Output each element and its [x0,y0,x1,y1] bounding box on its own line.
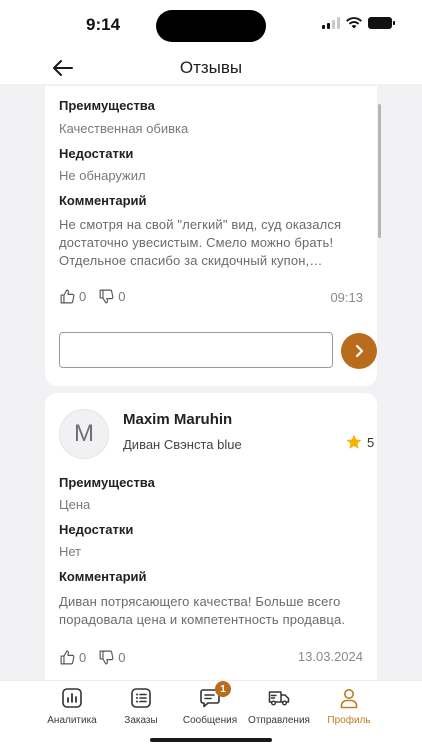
send-reply-button[interactable] [341,333,377,369]
tab-label: Заказы [124,715,158,726]
cons-text: Нет [59,544,82,559]
tab-label: Отправления [248,715,310,726]
tab-label: Сообщения [182,715,238,726]
star-icon [346,434,362,449]
tab-bar: Аналитика Заказы 1 Сообщения Отправления… [0,680,422,750]
like-button[interactable]: 0 [59,649,86,666]
tab-label: Профиль [327,715,371,726]
cons-label: Недостатки [59,146,134,161]
reactions: 0 0 [59,288,133,305]
scrollbar[interactable] [378,104,381,238]
chevron-right-icon [355,344,364,358]
like-count: 0 [79,289,87,304]
header: Отзывы [0,52,422,84]
reactions: 0 0 [59,649,133,666]
messages-badge: 1 [215,681,231,697]
comment-text: Диван потрясающего качества! Больше всег… [59,594,346,627]
comment-label: Комментарий [59,569,147,584]
tab-profile[interactable]: Профиль [314,687,384,726]
page-title: Отзывы [179,58,243,77]
status-bar: 9:14 [0,0,422,52]
cellular-signal-icon [322,17,340,29]
comment-label: Комментарий [59,193,147,208]
tab-analytics[interactable]: Аналитика [37,687,107,726]
tab-messages[interactable]: 1 Сообщения [175,681,245,726]
dislike-count: 0 [118,289,126,304]
profile-icon [340,689,358,709]
thumbs-down-icon [99,650,114,665]
avatar: M [59,409,109,459]
pros-text: Качественная обивка [59,121,189,136]
author-name: Maxim Maruhin [123,411,233,428]
rating: 5 [345,433,374,451]
dislike-count: 0 [118,650,126,665]
rating-value: 5 [367,434,375,450]
dislike-button[interactable]: 0 [98,288,125,305]
like-button[interactable]: 0 [59,288,86,305]
reply-input[interactable] [59,332,333,368]
dislike-button[interactable]: 0 [98,649,125,666]
review-card: M Maxim Maruhin Диван Свэнста blue 5 Пре… [45,393,377,680]
analytics-icon [62,688,82,708]
product-name: Диван Свэнста blue [123,437,242,452]
orders-icon [131,688,151,708]
like-count: 0 [79,650,87,665]
dynamic-island [156,10,266,42]
review-time: 09:13 [330,290,363,305]
cons-text: Не обнаружил [59,168,146,183]
thumbs-down-icon [99,289,114,304]
pros-label: Преимущества [59,98,155,113]
truck-icon [268,691,290,706]
cons-label: Недостатки [59,522,134,537]
wifi-icon [346,17,362,29]
reviews-list[interactable]: Преимущества Качественная обивка Недоста… [0,86,422,680]
home-indicator [150,738,272,742]
tab-orders[interactable]: Заказы [106,687,176,726]
status-icons [322,17,395,29]
review-date: 13.03.2024 [297,649,363,664]
review-card: Преимущества Качественная обивка Недоста… [45,86,377,386]
thumbs-up-icon [60,650,75,665]
tab-label: Аналитика [47,715,97,726]
tab-shipments[interactable]: Отправления [244,687,314,726]
pros-label: Преимущества [59,475,155,490]
pros-text: Цена [59,497,91,512]
comment-text: Не смотря на свой "легкий" вид, суд оказ… [59,217,342,268]
status-time: 9:14 [86,15,121,34]
thumbs-up-icon [60,289,75,304]
battery-icon [368,17,395,29]
